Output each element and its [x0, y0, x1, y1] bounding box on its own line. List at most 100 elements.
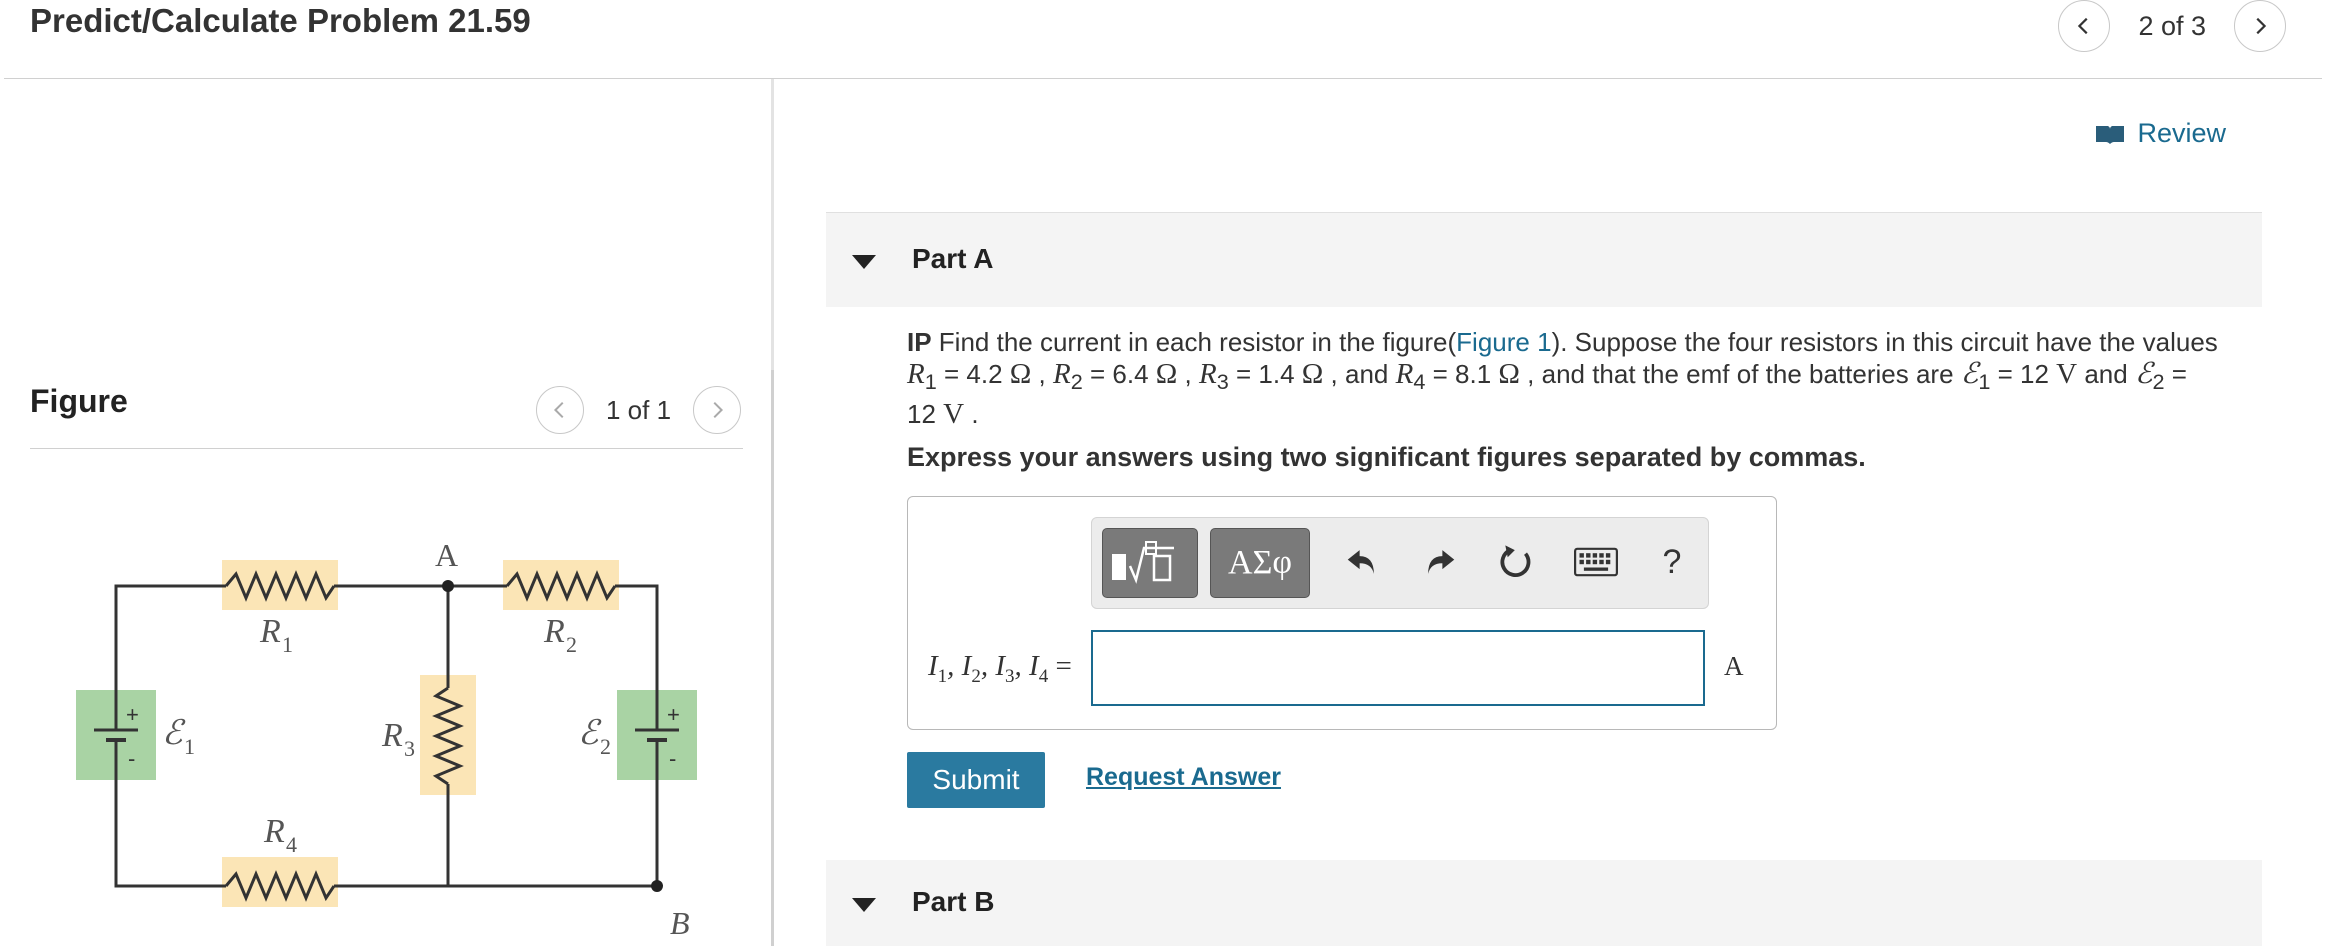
part-b-title: Part B — [912, 886, 995, 917]
and-word: and — [2077, 359, 2135, 389]
redo-button[interactable] — [1414, 536, 1466, 588]
question-part: Find the current in each resistor in the… — [931, 327, 1457, 357]
previous-figure-button[interactable] — [536, 386, 584, 434]
answer-variables-label: I1, I2, I3, I4 = — [928, 650, 1072, 688]
problem-page-count: 2 of 3 — [2138, 10, 2206, 41]
circuit-diagram: A B R 1 R 2 R 3 R 4 ℰ 1 ℰ 2 + - + - — [76, 537, 697, 941]
symbol-r3-sub: 3 — [1216, 369, 1229, 395]
figure-navigation: 1 of 1 — [536, 386, 742, 434]
symbol-e1-sub: 1 — [1978, 369, 1991, 395]
var-sub: 1 — [937, 665, 948, 687]
chevron-left-icon — [553, 401, 564, 419]
pane-splitter-handle[interactable] — [771, 370, 774, 946]
label-r1-sub: 1 — [282, 632, 293, 657]
part-a-header[interactable]: Part A — [826, 212, 2262, 307]
review-link[interactable]: Review — [2095, 118, 2226, 149]
label-r2: R — [543, 613, 565, 650]
value-e2: 12 — [907, 399, 944, 430]
header-divider — [4, 78, 2322, 79]
keyboard-button[interactable] — [1566, 536, 1626, 588]
value-r2: = 6.4 — [1082, 359, 1156, 389]
sep: , — [1031, 359, 1053, 389]
symbol-e1: ℰ — [1960, 358, 1979, 390]
chevron-left-icon — [2078, 17, 2088, 35]
answer-unit: A — [1724, 651, 1744, 681]
submit-button[interactable]: Submit — [907, 752, 1045, 808]
label-e1: ℰ — [162, 715, 186, 752]
equals-sign: = — [1048, 650, 1072, 682]
templates-button[interactable] — [1102, 528, 1198, 598]
request-answer-link[interactable]: Request Answer — [1086, 763, 1281, 792]
figure-divider — [30, 448, 743, 449]
symbol-r4: R — [1395, 358, 1414, 390]
figure-link[interactable]: Figure 1 — [1456, 327, 1551, 357]
symbol-r2: R — [1053, 358, 1071, 390]
label-e2: ℰ — [578, 715, 602, 752]
label-e1-sub: 1 — [184, 734, 195, 759]
symbol-r1-sub: 1 — [924, 369, 937, 395]
sep: , — [1177, 359, 1199, 389]
ohm-unit: Ω — [1009, 358, 1032, 390]
symbol-e2: ℰ — [2134, 358, 2153, 390]
sep: , — [1323, 359, 1345, 389]
node-b — [651, 880, 663, 892]
label-r3-sub: 3 — [404, 736, 415, 761]
value-r3: = 1.4 — [1228, 359, 1302, 389]
sep: , — [1519, 359, 1542, 389]
var-sub: 4 — [1038, 665, 1049, 687]
problem-navigation: 2 of 3 — [2058, 0, 2286, 52]
battery2-plus: + — [667, 702, 680, 727]
label-r1: R — [259, 613, 281, 650]
ip-label: IP — [907, 327, 932, 357]
ohm-unit: Ω — [1498, 358, 1520, 390]
var-i: I — [1029, 650, 1039, 682]
math-toolbar: ΑΣφ ? — [1091, 517, 1709, 609]
question-text: IP Find the current in each resistor in … — [907, 326, 2247, 430]
part-b-header[interactable]: Part B — [826, 860, 2262, 946]
volt-unit: V — [2056, 358, 2078, 390]
var-sep: , — [947, 650, 962, 682]
templates-icon — [1112, 541, 1174, 584]
review-label: Review — [2137, 118, 2226, 148]
question-part: ). Suppose the four resistors in this ci… — [1551, 327, 2218, 357]
battery2-minus: - — [669, 746, 676, 771]
previous-problem-button[interactable] — [2058, 0, 2111, 52]
answer-instruction: Express your answers using two significa… — [907, 442, 1866, 472]
answer-input[interactable] — [1091, 630, 1705, 706]
r3-highlight — [420, 675, 476, 795]
book-icon — [2096, 125, 2125, 144]
symbols-button[interactable]: ΑΣφ — [1210, 528, 1310, 598]
symbol-r3: R — [1199, 358, 1217, 390]
var-sep: , — [980, 650, 996, 682]
caret-down-icon — [852, 255, 876, 269]
var-i: I — [928, 650, 938, 682]
label-r4: R — [263, 813, 285, 850]
volt-unit: V — [943, 398, 965, 431]
battery1-plus: + — [126, 702, 139, 727]
var-sep: , — [1014, 650, 1030, 682]
reset-button[interactable] — [1490, 536, 1542, 588]
undo-button[interactable] — [1336, 536, 1388, 588]
ohm-unit: Ω — [1301, 358, 1324, 390]
value-e2-eq: = — [2164, 359, 2187, 389]
label-r3: R — [381, 717, 403, 754]
var-sub: 2 — [971, 665, 981, 687]
var-i: I — [995, 650, 1006, 682]
symbol-e2-sub: 2 — [2152, 369, 2165, 395]
question-part: and that the emf of the batteries are — [1541, 359, 1961, 389]
part-a-title: Part A — [912, 243, 994, 274]
var-i: I — [961, 650, 972, 682]
next-problem-button[interactable] — [2234, 0, 2286, 52]
redo-icon — [1428, 550, 1455, 574]
help-button[interactable]: ? — [1646, 536, 1698, 588]
value-r1: = 4.2 — [936, 359, 1010, 389]
value-e1: = 12 — [1990, 359, 2057, 389]
chevron-right-icon — [713, 401, 724, 419]
reset-icon — [1500, 545, 1531, 577]
symbol-r4-sub: 4 — [1413, 369, 1426, 395]
value-r4: = 8.1 — [1425, 359, 1499, 389]
label-e2-sub: 2 — [600, 734, 611, 759]
next-figure-button[interactable] — [693, 386, 742, 434]
figure-page-count: 1 of 1 — [606, 394, 672, 425]
keyboard-icon — [1574, 547, 1618, 577]
